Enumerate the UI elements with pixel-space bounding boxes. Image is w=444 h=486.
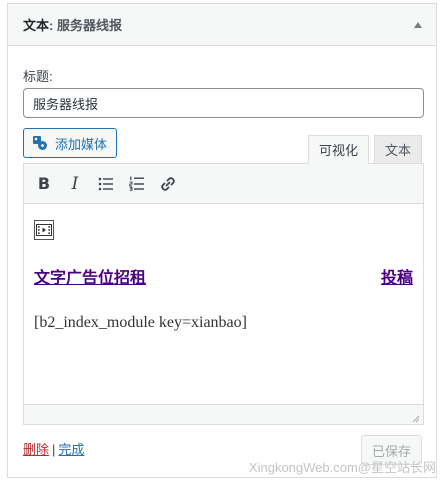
widget-inside: 标题: 添加媒体 可视化 文本 B xyxy=(8,66,436,425)
resize-grip-icon[interactable] xyxy=(410,411,420,423)
ad-link-rent[interactable]: 文字广告位招租 xyxy=(34,264,146,288)
add-media-label: 添加媒体 xyxy=(55,136,108,152)
editor-toolbar: B I xyxy=(24,164,423,204)
shortcode-text: [b2_index_module key=xianbao] xyxy=(34,314,247,331)
widget-title-name: 服务器线报 xyxy=(56,18,122,33)
editor-tabs: 可视化 文本 xyxy=(307,135,422,164)
media-icon xyxy=(32,135,49,152)
bold-icon[interactable]: B xyxy=(30,170,58,198)
editor-box: B I 文字广告位招租 投稿 [b2_index_module key=xian… xyxy=(23,163,424,425)
editor-statusbar xyxy=(24,404,423,424)
link-separator: | xyxy=(52,442,56,457)
delete-link[interactable]: 删除 xyxy=(23,442,49,457)
tab-text[interactable]: 文本 xyxy=(373,135,422,164)
widget-type-label: 文本 xyxy=(23,18,50,33)
widget-title: 文本: 服务器线报 xyxy=(23,15,122,34)
numbered-list-icon[interactable] xyxy=(123,170,151,198)
italic-icon[interactable]: I xyxy=(61,170,89,198)
ad-link-submit[interactable]: 投稿 xyxy=(381,264,413,288)
text-widget: 文本: 服务器线报 标题: 添加媒体 可视化 文本 xyxy=(7,3,437,478)
editor-content[interactable]: 文字广告位招租 投稿 [b2_index_module key=xianbao] xyxy=(24,204,423,404)
tab-visual[interactable]: 可视化 xyxy=(307,135,369,164)
title-input[interactable] xyxy=(23,88,424,118)
widget-header[interactable]: 文本: 服务器线报 xyxy=(8,4,436,46)
title-label: 标题: xyxy=(23,69,53,84)
film-icon xyxy=(34,220,54,240)
widget-title-separator: : xyxy=(49,18,57,33)
editor-tools: 添加媒体 可视化 文本 xyxy=(23,128,422,164)
bullet-list-icon[interactable] xyxy=(92,170,120,198)
add-media-button[interactable]: 添加媒体 xyxy=(23,128,117,158)
widget-control-actions: 删除 | 完成 xyxy=(23,439,84,458)
watermark: XingkongWeb.com@星空站长网 xyxy=(248,460,436,475)
collapse-toggle-icon[interactable] xyxy=(414,21,422,28)
ad-row: 文字广告位招租 投稿 xyxy=(34,264,413,288)
done-link[interactable]: 完成 xyxy=(58,442,84,457)
link-icon[interactable] xyxy=(154,170,182,198)
